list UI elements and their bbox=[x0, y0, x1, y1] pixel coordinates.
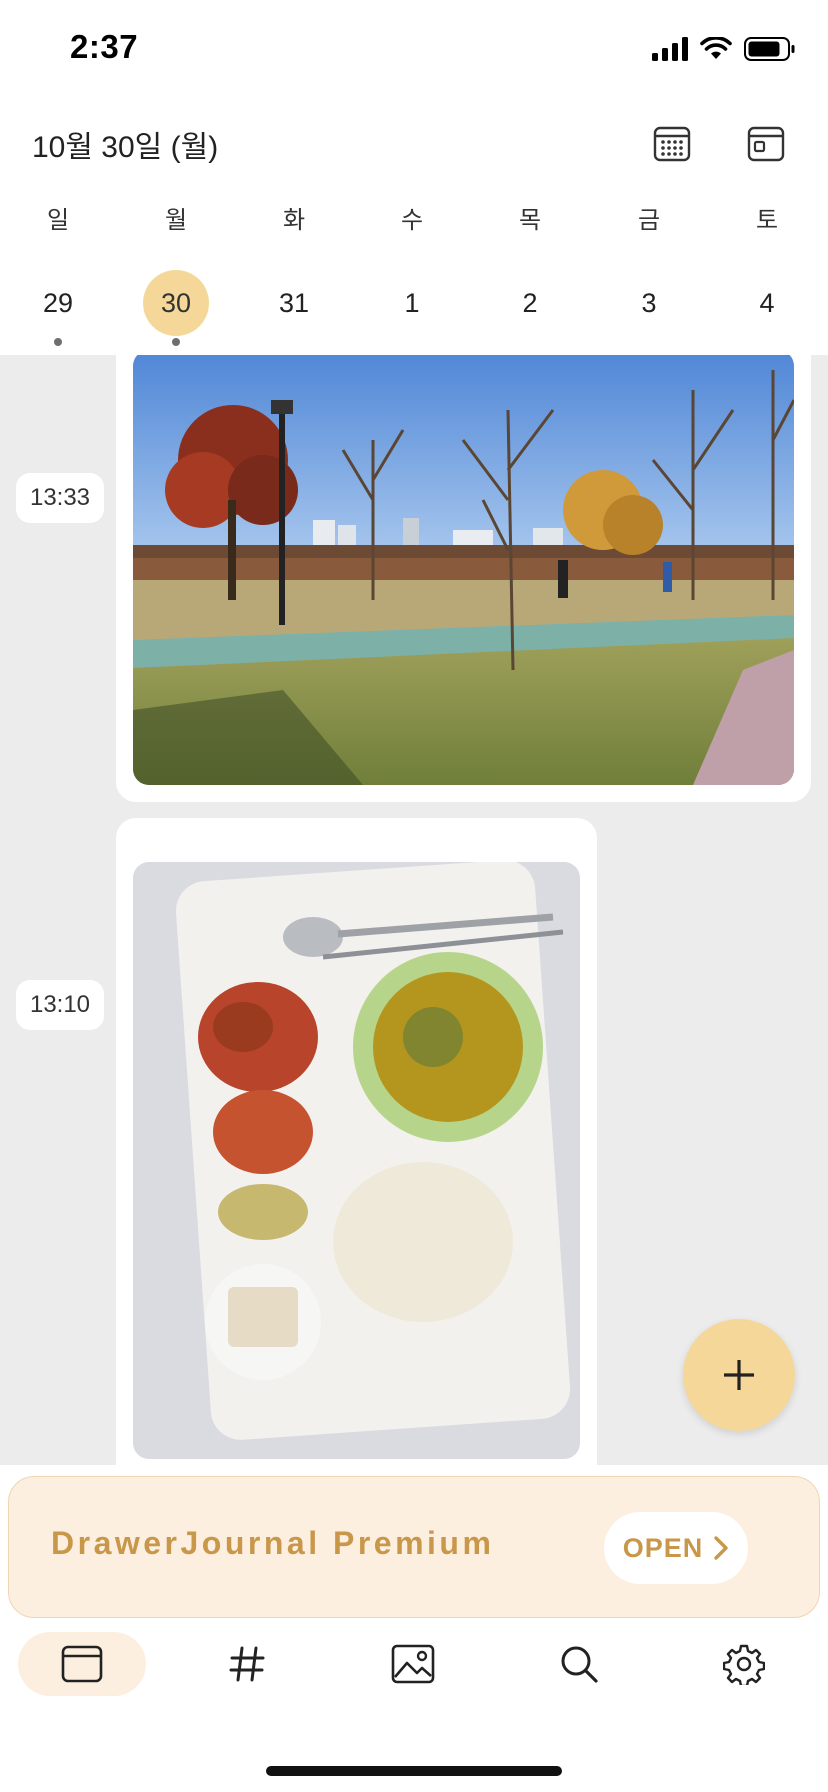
day-cell-1[interactable]: 1 bbox=[379, 270, 445, 336]
weekday-label: 금 bbox=[637, 207, 661, 234]
status-icons bbox=[652, 36, 796, 62]
gear-icon bbox=[723, 1644, 765, 1685]
meal-tray-photo[interactable] bbox=[133, 862, 580, 1459]
time-badge: 13:10 bbox=[16, 980, 104, 1030]
date-header[interactable]: 10월 30일 (월) bbox=[32, 122, 218, 166]
signal-icon bbox=[652, 37, 688, 61]
home-indicator bbox=[266, 1766, 562, 1776]
weekday-label: 목 bbox=[518, 207, 542, 234]
entry-indicator-dot bbox=[54, 338, 62, 346]
wifi-icon bbox=[700, 37, 732, 59]
status-bar: 2:37 bbox=[0, 0, 828, 100]
entry-indicator-dot bbox=[172, 338, 180, 346]
status-time: 2:37 bbox=[70, 28, 139, 65]
search-icon bbox=[561, 1646, 598, 1683]
day-number-row: 29 30 31 1 2 3 4 bbox=[0, 270, 828, 350]
premium-title: DrawerJournal Premium bbox=[51, 1525, 495, 1561]
park-photo[interactable] bbox=[133, 355, 794, 785]
day-cell-30-selected[interactable]: 30 bbox=[143, 270, 209, 336]
open-premium-button[interactable]: OPEN bbox=[604, 1512, 748, 1584]
premium-banner[interactable]: DrawerJournal Premium OPEN bbox=[8, 1476, 820, 1618]
weekday-label: 토 bbox=[755, 207, 779, 234]
tab-photos[interactable] bbox=[349, 1632, 477, 1696]
calendar-month-icon bbox=[653, 126, 691, 162]
weekday-row: 일 월 화 수 목 금 토 bbox=[0, 200, 828, 240]
day-cell-31[interactable]: 31 bbox=[261, 270, 327, 336]
tab-settings[interactable] bbox=[680, 1632, 808, 1696]
day-view-button[interactable] bbox=[744, 122, 788, 166]
tab-bar bbox=[0, 1632, 828, 1732]
time-badge: 13:33 bbox=[16, 473, 104, 523]
day-cell-3[interactable]: 3 bbox=[616, 270, 682, 336]
add-entry-button[interactable] bbox=[683, 1319, 795, 1431]
timeline[interactable]: 13:33 13:10 bbox=[0, 355, 828, 1465]
entry-card-park[interactable] bbox=[116, 355, 811, 802]
weekday-label: 월 bbox=[164, 207, 188, 234]
month-calendar-button[interactable] bbox=[650, 122, 694, 166]
journal-icon bbox=[61, 1645, 103, 1683]
day-cell-2[interactable]: 2 bbox=[497, 270, 563, 336]
day-cell-4[interactable]: 4 bbox=[734, 270, 800, 336]
weekday-label: 화 bbox=[282, 207, 306, 234]
weekday-label: 수 bbox=[400, 207, 424, 234]
weekday-label: 일 bbox=[46, 207, 70, 234]
day-cell-29[interactable]: 29 bbox=[25, 270, 91, 336]
hashtag-icon bbox=[229, 1646, 265, 1682]
battery-icon bbox=[744, 37, 795, 61]
calendar-day-icon bbox=[747, 126, 785, 162]
tab-tags[interactable] bbox=[183, 1632, 311, 1696]
chevron-right-icon bbox=[714, 1536, 728, 1560]
tab-journal[interactable] bbox=[18, 1632, 146, 1696]
tab-search[interactable] bbox=[515, 1632, 643, 1696]
image-icon bbox=[391, 1644, 435, 1684]
open-label: OPEN bbox=[622, 1532, 704, 1563]
entry-card-meal[interactable] bbox=[116, 818, 597, 1465]
plus-icon bbox=[724, 1360, 754, 1390]
